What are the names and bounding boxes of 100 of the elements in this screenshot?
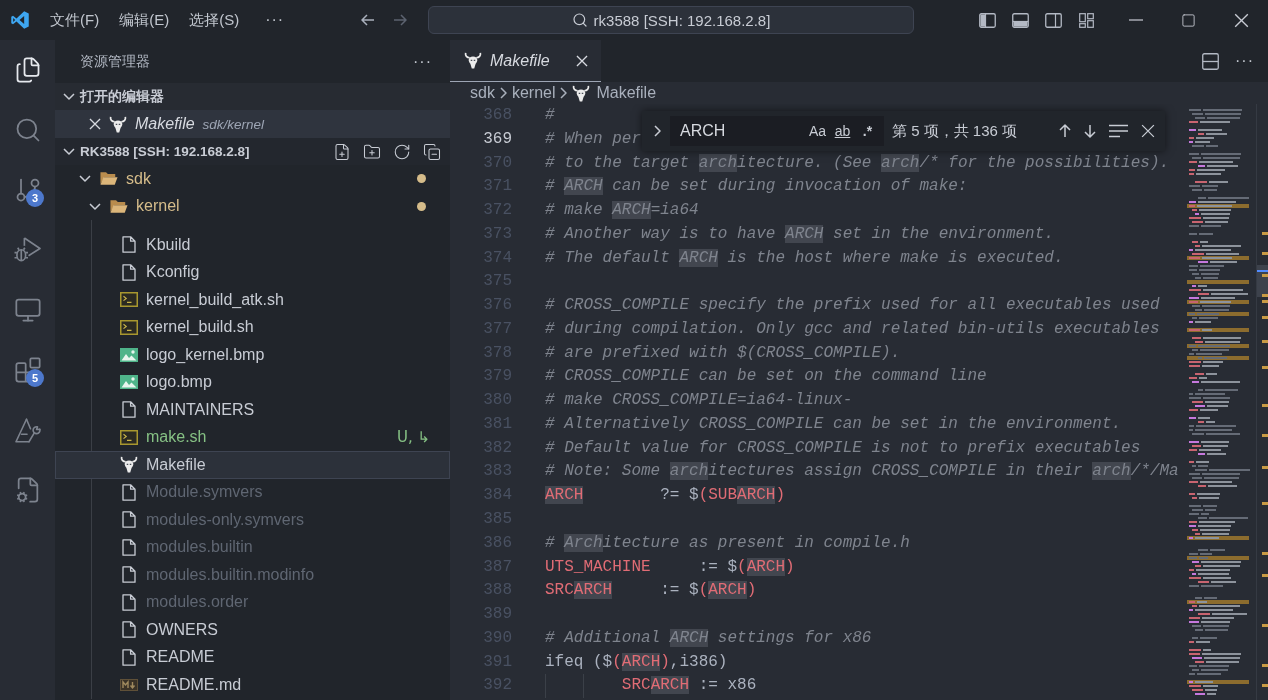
- folder-icon: [100, 171, 118, 187]
- horned-head-icon: [572, 84, 591, 102]
- collapse-icon[interactable]: [423, 142, 441, 161]
- file-icon: [122, 593, 136, 611]
- file-icon: [122, 621, 136, 639]
- code-line: # The default ARCH is the host where make is executed.: [545, 247, 1064, 269]
- file-icon: [122, 236, 136, 254]
- file-item[interactable]: make.sh U, ↳: [55, 423, 450, 451]
- match-case-button[interactable]: Aa: [805, 120, 830, 142]
- layout-left-icon[interactable]: [979, 12, 996, 28]
- sidebar-title: 资源管理器: [80, 52, 150, 71]
- file-icon: [122, 483, 136, 501]
- folder-icon: [110, 198, 128, 214]
- file-item[interactable]: README.md: [55, 671, 450, 699]
- chevron-right-icon[interactable]: [653, 125, 661, 137]
- count-badge: 3: [26, 189, 44, 207]
- code-line: # CROSS_COMPILE specify the prefix used for all executables used: [545, 295, 1160, 317]
- arrow-up-icon[interactable]: [1059, 124, 1071, 138]
- terminal-icon: [120, 292, 138, 308]
- file-item[interactable]: logo_kernel.bmp: [55, 341, 450, 369]
- file-icon: [122, 648, 136, 666]
- folder-item[interactable]: kernel: [55, 192, 450, 220]
- file-icon: [122, 538, 136, 556]
- breadcrumb-item[interactable]: Makefile: [572, 83, 657, 103]
- layout-grid-icon[interactable]: [1079, 12, 1094, 28]
- chevron-right-icon: [560, 87, 568, 99]
- breadcrumb-item[interactable]: kernel: [511, 83, 556, 103]
- maximize-icon[interactable]: [1181, 12, 1196, 28]
- close-icon[interactable]: [1234, 12, 1249, 28]
- menu-item[interactable]: 选择(S): [179, 6, 250, 34]
- breadcrumb-item[interactable]: sdk: [470, 83, 495, 103]
- image-icon: [120, 347, 138, 362]
- logo-icon: [10, 10, 30, 30]
- code-line: # Alternatively CROSS_COMPILE can be set in the environment.: [545, 413, 1122, 435]
- code-line: ifeq ($(ARCH),i386): [545, 651, 728, 673]
- close-icon[interactable]: [89, 118, 101, 130]
- code-line: # ARCH can be set during invocation of make:: [545, 176, 968, 198]
- section-header[interactable]: 打开的编辑器: [55, 83, 450, 110]
- triangle-wrench-icon[interactable]: [14, 417, 41, 443]
- play-bug-icon[interactable]: [14, 237, 41, 263]
- code-line: # are prefixed with $(CROSS_COMPILE).: [545, 342, 901, 364]
- new-file-icon[interactable]: [333, 142, 351, 161]
- arrow-left-icon[interactable]: [361, 14, 375, 26]
- regex-button[interactable]: .*: [855, 120, 880, 142]
- refresh-icon[interactable]: [393, 142, 411, 161]
- more-actions-button[interactable]: ···: [1233, 52, 1256, 70]
- chevron-right-icon: [499, 87, 507, 99]
- file-item[interactable]: README: [55, 643, 450, 671]
- code-line: # Architecture as present in compile.h: [545, 532, 910, 554]
- file-item[interactable]: Makefile: [55, 451, 450, 479]
- layout-right-icon[interactable]: [1045, 12, 1062, 28]
- code-line: SRCARCH := $(ARCH): [545, 580, 757, 602]
- command-center[interactable]: rk3588 [SSH: 192.168.2.8]: [428, 6, 914, 34]
- code-line: # CROSS_COMPILE can be set on the command line: [545, 366, 987, 388]
- layout-bottom-icon[interactable]: [1012, 12, 1029, 28]
- horned-head-icon: [109, 115, 127, 133]
- file-item[interactable]: Kbuild: [55, 231, 450, 259]
- horned-head-icon: [464, 52, 482, 69]
- file-icon: [122, 511, 136, 529]
- image-icon: [120, 375, 138, 390]
- folder-item[interactable]: sdk: [55, 165, 450, 193]
- more-menu-button[interactable]: ···: [257, 7, 293, 33]
- close-icon[interactable]: [1141, 124, 1155, 138]
- code-line: # When per: [545, 128, 641, 150]
- count-badge: 5: [26, 369, 44, 387]
- minimize-icon[interactable]: [1128, 19, 1143, 21]
- more-actions-button[interactable]: ···: [411, 52, 434, 71]
- split-editor-icon[interactable]: [1202, 52, 1219, 70]
- whole-word-button[interactable]: ab: [830, 120, 855, 142]
- match-count: 第 5 项，共 136 项: [892, 121, 1018, 141]
- file-icon: [122, 566, 136, 584]
- editor-tab[interactable]: Makefile: [450, 40, 601, 82]
- file-item[interactable]: MAINTAINERS: [55, 396, 450, 424]
- terminal-icon: [120, 429, 138, 445]
- code-line: # during compilation. Only gcc and related bin-utils executables: [545, 318, 1160, 340]
- code-line: # make ARCH=ia64: [545, 200, 699, 222]
- terminal-icon: [120, 319, 138, 335]
- file-item[interactable]: Kconfig: [55, 258, 450, 286]
- horned-head-icon: [120, 456, 138, 474]
- file-item[interactable]: logo.bmp: [55, 368, 450, 396]
- code-line: #: [545, 105, 555, 126]
- open-editor-item[interactable]: Makefile sdk/kernel: [55, 110, 450, 138]
- file-item[interactable]: OWNERS: [55, 616, 450, 644]
- file-item[interactable]: kernel_build.sh: [55, 313, 450, 341]
- menu-item[interactable]: 编辑(E): [109, 6, 180, 34]
- monitor-icon[interactable]: [13, 296, 42, 324]
- code-line: ARCH ?= $(SUBARCH): [545, 485, 786, 507]
- code-line: # to the target architecture. (See arch/* for the possibilities).: [545, 152, 1170, 174]
- new-folder-icon[interactable]: [363, 142, 381, 161]
- code-line: # Additional ARCH settings for x86: [545, 627, 872, 649]
- close-icon[interactable]: [575, 54, 588, 67]
- line-number: 369: [482, 128, 512, 150]
- arrow-down-icon[interactable]: [1084, 124, 1096, 138]
- code-line: # Default value for CROSS_COMPILE is not to prefix executables: [545, 437, 1141, 459]
- search-icon: [571, 12, 588, 28]
- find-input[interactable]: ARCH Aa ab .*: [670, 116, 884, 146]
- lines-icon[interactable]: [1109, 124, 1128, 138]
- menu-item[interactable]: 文件(F): [40, 6, 110, 34]
- file-item[interactable]: kernel_build_atk.sh: [55, 286, 450, 314]
- blocks-icon[interactable]: [13, 356, 42, 384]
